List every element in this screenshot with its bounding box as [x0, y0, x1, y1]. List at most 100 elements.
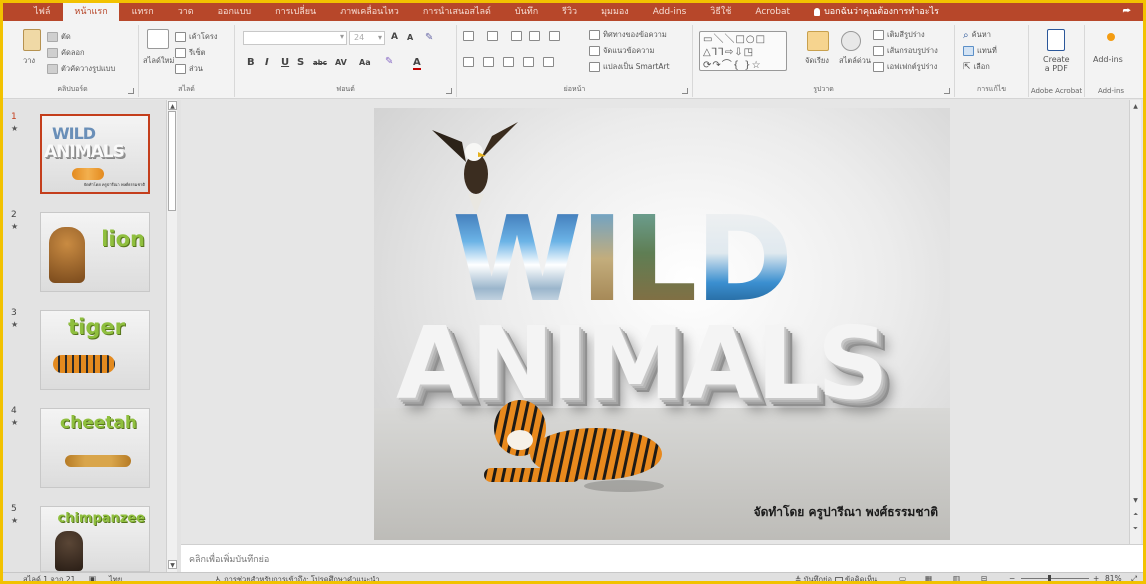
char-spacing-button[interactable]: AV [335, 58, 347, 67]
slide-thumbnail-2[interactable]: lion [40, 212, 150, 292]
slideshow-icon[interactable]: ⊟ [981, 574, 987, 581]
shrink-font-button[interactable]: A [407, 33, 413, 42]
format-painter-button[interactable]: ตัวคัดวางรูปแบบ [47, 63, 115, 75]
clipboard-launcher-icon[interactable] [128, 88, 134, 94]
replace-button[interactable]: แทนที่ [963, 45, 997, 57]
zoom-out-button[interactable]: − [1009, 574, 1015, 581]
slide-thumbnail-4[interactable]: cheetah [40, 408, 150, 488]
cut-button[interactable]: ตัด [47, 31, 71, 43]
tab-help[interactable]: วิธีใช้ [699, 3, 742, 21]
numbering-button[interactable] [487, 31, 498, 41]
tab-insert[interactable]: แทรก [121, 3, 165, 21]
thumbnail-scrollbar[interactable]: ▲ ▼ [166, 100, 177, 572]
tab-file[interactable]: ไฟล์ [23, 3, 61, 21]
tab-home[interactable]: หน้าแรก [63, 3, 119, 21]
spell-check-icon[interactable]: ▣ [89, 574, 96, 581]
tab-view[interactable]: มุมมอง [590, 3, 640, 21]
scroll-down-icon[interactable]: ▼ [168, 560, 177, 569]
slide-thumbnail-1[interactable]: WILD ANIMALS จัดทำโดย ครูปารีณา พงศ์ธรรม… [40, 114, 150, 194]
bullets-button[interactable] [463, 31, 474, 41]
slide-sorter-icon[interactable]: ▦ [925, 574, 932, 581]
comments-button[interactable]: ข้อคิดเห็น [835, 574, 877, 581]
normal-view-icon[interactable]: ▭ [899, 574, 906, 581]
paragraph-launcher-icon[interactable] [682, 88, 688, 94]
fit-slide-icon[interactable]: ⤢ [1131, 574, 1137, 581]
shape-fill-button[interactable]: เติมสีรูปร่าง [873, 29, 925, 41]
clear-format-icon[interactable]: ✎ [425, 32, 433, 43]
layout-button[interactable]: เค้าโครง [175, 31, 218, 43]
line-spacing-button[interactable] [549, 31, 560, 41]
paste-icon[interactable] [23, 29, 41, 51]
new-slide-button[interactable]: สไลด์ใหม่ [143, 55, 174, 67]
shape-effects-button[interactable]: เอฟเฟกต์รูปร่าง [873, 61, 937, 73]
create-pdf-button[interactable]: Create a PDF [1043, 55, 1070, 73]
arrange-button[interactable]: จัดเรียง [805, 55, 829, 67]
addins-icon[interactable] [1107, 33, 1115, 41]
accessibility-status[interactable]: ♿ การช่วยสำหรับการเข้าถึง: โปรดศึกษาคำแน… [215, 574, 380, 581]
zoom-slider-thumb[interactable] [1048, 575, 1051, 581]
italic-button[interactable]: I [265, 57, 269, 68]
editor-scrollbar[interactable]: ▲ ▼ ⏶ ⏷ [1129, 100, 1141, 544]
language-indicator[interactable]: ไทย [109, 574, 122, 581]
align-text-button[interactable]: จัดแนวข้อความ [589, 45, 654, 57]
font-size-box[interactable]: 24 [349, 31, 385, 45]
tab-record[interactable]: บันทึก [504, 3, 549, 21]
copy-button[interactable]: คัดลอก [47, 47, 85, 59]
tab-addins[interactable]: Add-ins [642, 3, 698, 21]
new-slide-icon[interactable] [147, 29, 169, 49]
columns-button[interactable] [543, 57, 554, 67]
reading-view-icon[interactable]: ▥ [953, 574, 960, 581]
tab-design[interactable]: ออกแบบ [207, 3, 263, 21]
slide-thumbnail-3[interactable]: tiger [40, 310, 150, 390]
section-button[interactable]: ส่วน [175, 63, 203, 75]
shadow-button[interactable]: S [297, 57, 304, 68]
drawing-launcher-icon[interactable] [944, 88, 950, 94]
quick-styles-button[interactable]: สไตล์ด่วน [839, 55, 871, 67]
find-button[interactable]: ⌕ ค้นหา [963, 29, 991, 41]
shapes-gallery[interactable]: ▭＼＼□○□ △⅂⅂⇨⇩◳ ⟳↷⌒{ }☆ [699, 31, 787, 71]
scrollbar-thumb[interactable] [168, 111, 176, 211]
increase-indent-button[interactable] [529, 31, 540, 41]
scroll-down-icon[interactable]: ▼ [1131, 496, 1140, 506]
slide-thumbnail-5[interactable]: chimpanzee [40, 506, 150, 572]
justify-button[interactable] [523, 57, 534, 67]
arrange-icon[interactable] [807, 31, 829, 51]
text-direction-button[interactable]: ทิศทางของข้อความ [589, 29, 667, 41]
align-center-button[interactable] [483, 57, 494, 67]
decrease-indent-button[interactable] [511, 31, 522, 41]
prev-slide-icon[interactable]: ⏶ [1131, 510, 1140, 520]
tell-me-box[interactable]: บอกฉันว่าคุณต้องการทำอะไร [803, 3, 950, 21]
pdf-icon[interactable] [1047, 29, 1065, 51]
tab-draw[interactable]: วาด [167, 3, 205, 21]
shape-outline-button[interactable]: เส้นกรอบรูปร่าง [873, 45, 938, 57]
scroll-up-icon[interactable]: ▲ [168, 101, 177, 110]
select-button[interactable]: ⇱ เลือก [963, 61, 990, 73]
tab-review[interactable]: รีวิว [551, 3, 588, 21]
notes-button[interactable]: ≜ บันทึกย่อ [795, 574, 832, 581]
align-left-button[interactable] [463, 57, 474, 67]
share-icon[interactable]: ⮫ [1123, 7, 1131, 17]
align-right-button[interactable] [503, 57, 514, 67]
font-name-box[interactable] [243, 31, 347, 45]
grow-font-button[interactable]: A [391, 32, 398, 42]
tab-animations[interactable]: ภาพเคลื่อนไหว [329, 3, 410, 21]
tab-acrobat[interactable]: Acrobat [744, 3, 801, 21]
tab-slideshow[interactable]: การนำเสนอสไลด์ [412, 3, 502, 21]
change-case-button[interactable]: Aa [359, 58, 371, 67]
font-launcher-icon[interactable] [446, 88, 452, 94]
notes-pane[interactable]: คลิกเพื่อเพิ่มบันทึกย่อ [181, 544, 1143, 572]
zoom-level[interactable]: 81% [1105, 574, 1122, 581]
addins-button[interactable]: Add-ins [1093, 55, 1123, 64]
next-slide-icon[interactable]: ⏷ [1131, 524, 1140, 534]
font-color-button[interactable]: A [413, 57, 421, 70]
scroll-up-icon[interactable]: ▲ [1131, 102, 1140, 112]
highlight-icon[interactable]: ✎ [385, 56, 393, 67]
underline-button[interactable]: U [281, 57, 289, 68]
tab-transitions[interactable]: การเปลี่ยน [264, 3, 327, 21]
reset-button[interactable]: รีเซ็ต [175, 47, 206, 59]
zoom-in-button[interactable]: + [1093, 574, 1099, 581]
strikethrough-button[interactable]: abc [313, 59, 327, 67]
bold-button[interactable]: B [247, 57, 255, 68]
quick-styles-icon[interactable] [841, 31, 861, 51]
current-slide[interactable]: WILD ANIMALS จัดทำโดย ครูปารีณา พงศ์ธรรม… [374, 108, 950, 540]
